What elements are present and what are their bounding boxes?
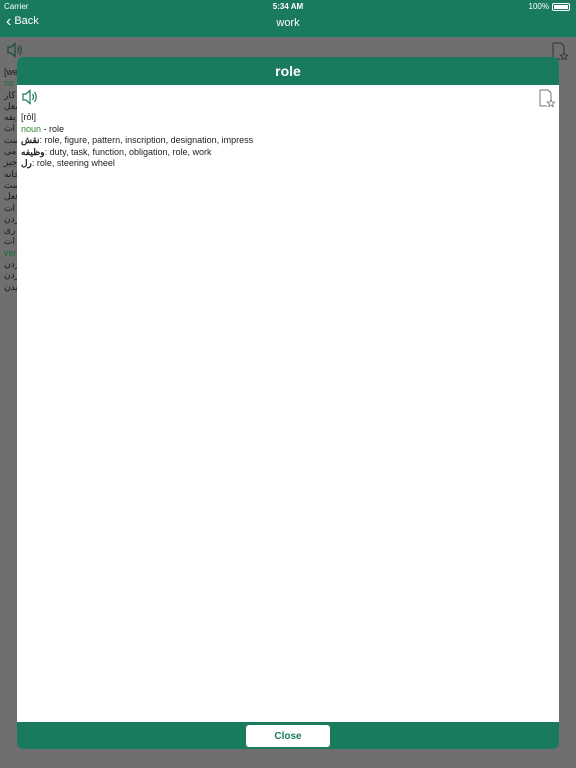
persian-word: نقش — [21, 135, 40, 145]
battery-percent: 100% — [528, 2, 549, 11]
status-bar: Carrier 5:34 AM 100% — [0, 0, 576, 12]
modal-body: [rōl] noun - role نقش: role, figure, pat… — [17, 85, 559, 722]
persian-word: وظیفه — [21, 146, 45, 157]
sense-meanings: : role, figure, pattern, inscription, de… — [39, 135, 254, 145]
sense-line: رل: role, steering wheel — [21, 158, 253, 170]
pronunciation: [rōl] — [21, 112, 37, 122]
top-bar: Carrier 5:34 AM 100% ‹ Back work — [0, 0, 576, 37]
modal-title: role — [275, 63, 301, 79]
battery-indicator: 100% — [529, 2, 570, 11]
speaker-icon[interactable] — [21, 89, 41, 110]
modal-footer: Close — [17, 722, 559, 749]
close-button[interactable]: Close — [246, 725, 330, 747]
nav-title: work — [276, 17, 300, 29]
favorite-note-icon[interactable] — [539, 89, 557, 112]
definition-entry: [rōl] noun - role نقش: role, figure, pat… — [21, 112, 253, 170]
persian-word: رل — [21, 158, 32, 168]
sense-line: وظیفه: duty, task, function, obligation,… — [21, 147, 253, 159]
sense-line: نقش: role, figure, pattern, inscription,… — [21, 135, 253, 147]
pos-headword: - role — [41, 123, 65, 134]
clock: 5:34 AM — [272, 2, 304, 11]
part-of-speech: noun — [21, 123, 42, 134]
sense-meanings: : duty, task, function, obligation, role… — [44, 146, 212, 157]
definition-modal: role [rōl] noun - role نقش: role, figure… — [17, 57, 559, 749]
part-of-speech-line: noun - role — [21, 124, 253, 136]
battery-icon — [552, 2, 570, 11]
sense-meanings: : role, steering wheel — [31, 158, 115, 168]
